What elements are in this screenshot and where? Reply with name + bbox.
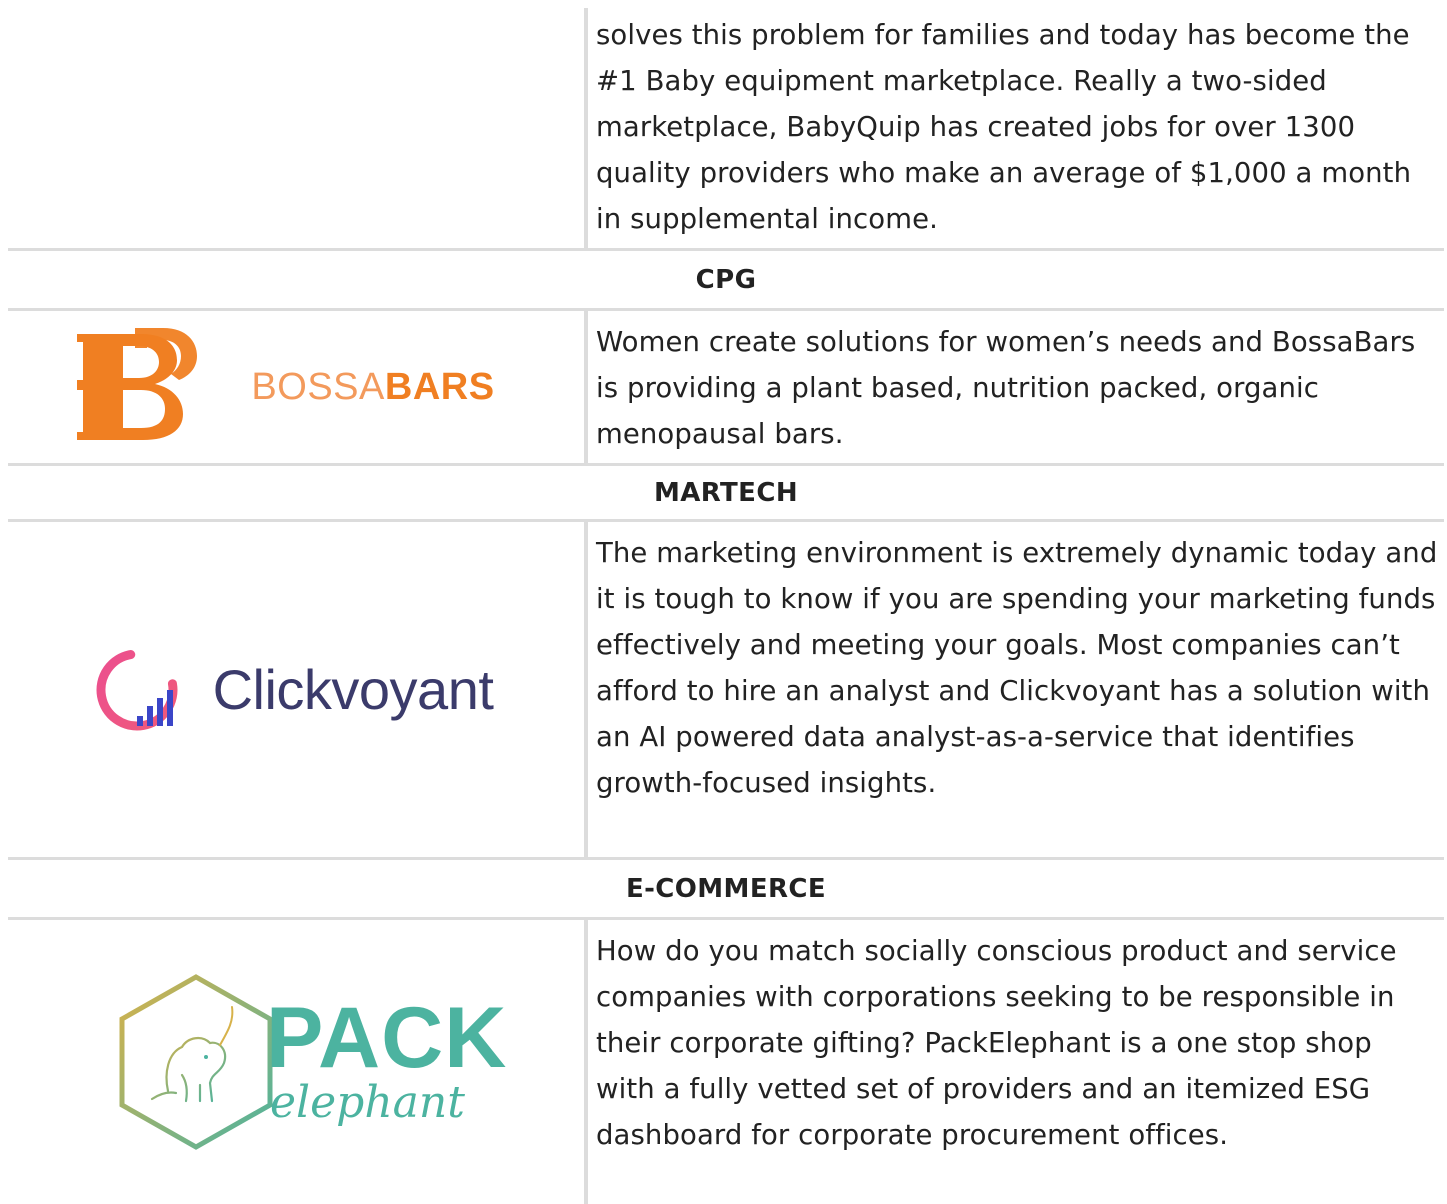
packelephant-logo: PACK elephant xyxy=(116,967,506,1157)
description-babyquip: solves this problem for families and tod… xyxy=(588,8,1444,248)
logo-cell-clickvoyant: Clickvoyant xyxy=(8,522,584,857)
packelephant-wordmark-main: PACK xyxy=(266,990,508,1086)
category-heading-cpg: CPG xyxy=(8,251,1444,308)
portfolio-table: solves this problem for families and tod… xyxy=(8,8,1444,1204)
packelephant-hexagon-icon xyxy=(119,974,273,1150)
clickvoyant-wordmark: Clickvoyant xyxy=(212,658,494,721)
description-clickvoyant: The marketing environment is extremely d… xyxy=(588,522,1444,857)
packelephant-wordmark-script: elephant xyxy=(270,1077,465,1128)
category-heading-ecommerce: E-COMMERCE xyxy=(8,860,1444,917)
description-packelephant: How do you match socially conscious prod… xyxy=(588,920,1444,1204)
category-heading-martech: MARTECH xyxy=(8,466,1444,519)
logo-cell-bossabars: BOSSABARS xyxy=(8,311,584,463)
logo-cell-babyquip xyxy=(8,8,584,248)
clickvoyant-mark-icon xyxy=(96,649,178,730)
description-bossabars: Women create solutions for women’s needs… xyxy=(588,311,1444,463)
bossabars-wordmark: BOSSABARS xyxy=(251,365,495,408)
logo-cell-packelephant: PACK elephant xyxy=(8,920,584,1204)
clickvoyant-logo: Clickvoyant xyxy=(91,644,494,736)
bossabars-monogram-icon xyxy=(77,328,198,440)
bossabars-logo: BOSSABARS xyxy=(77,328,494,446)
